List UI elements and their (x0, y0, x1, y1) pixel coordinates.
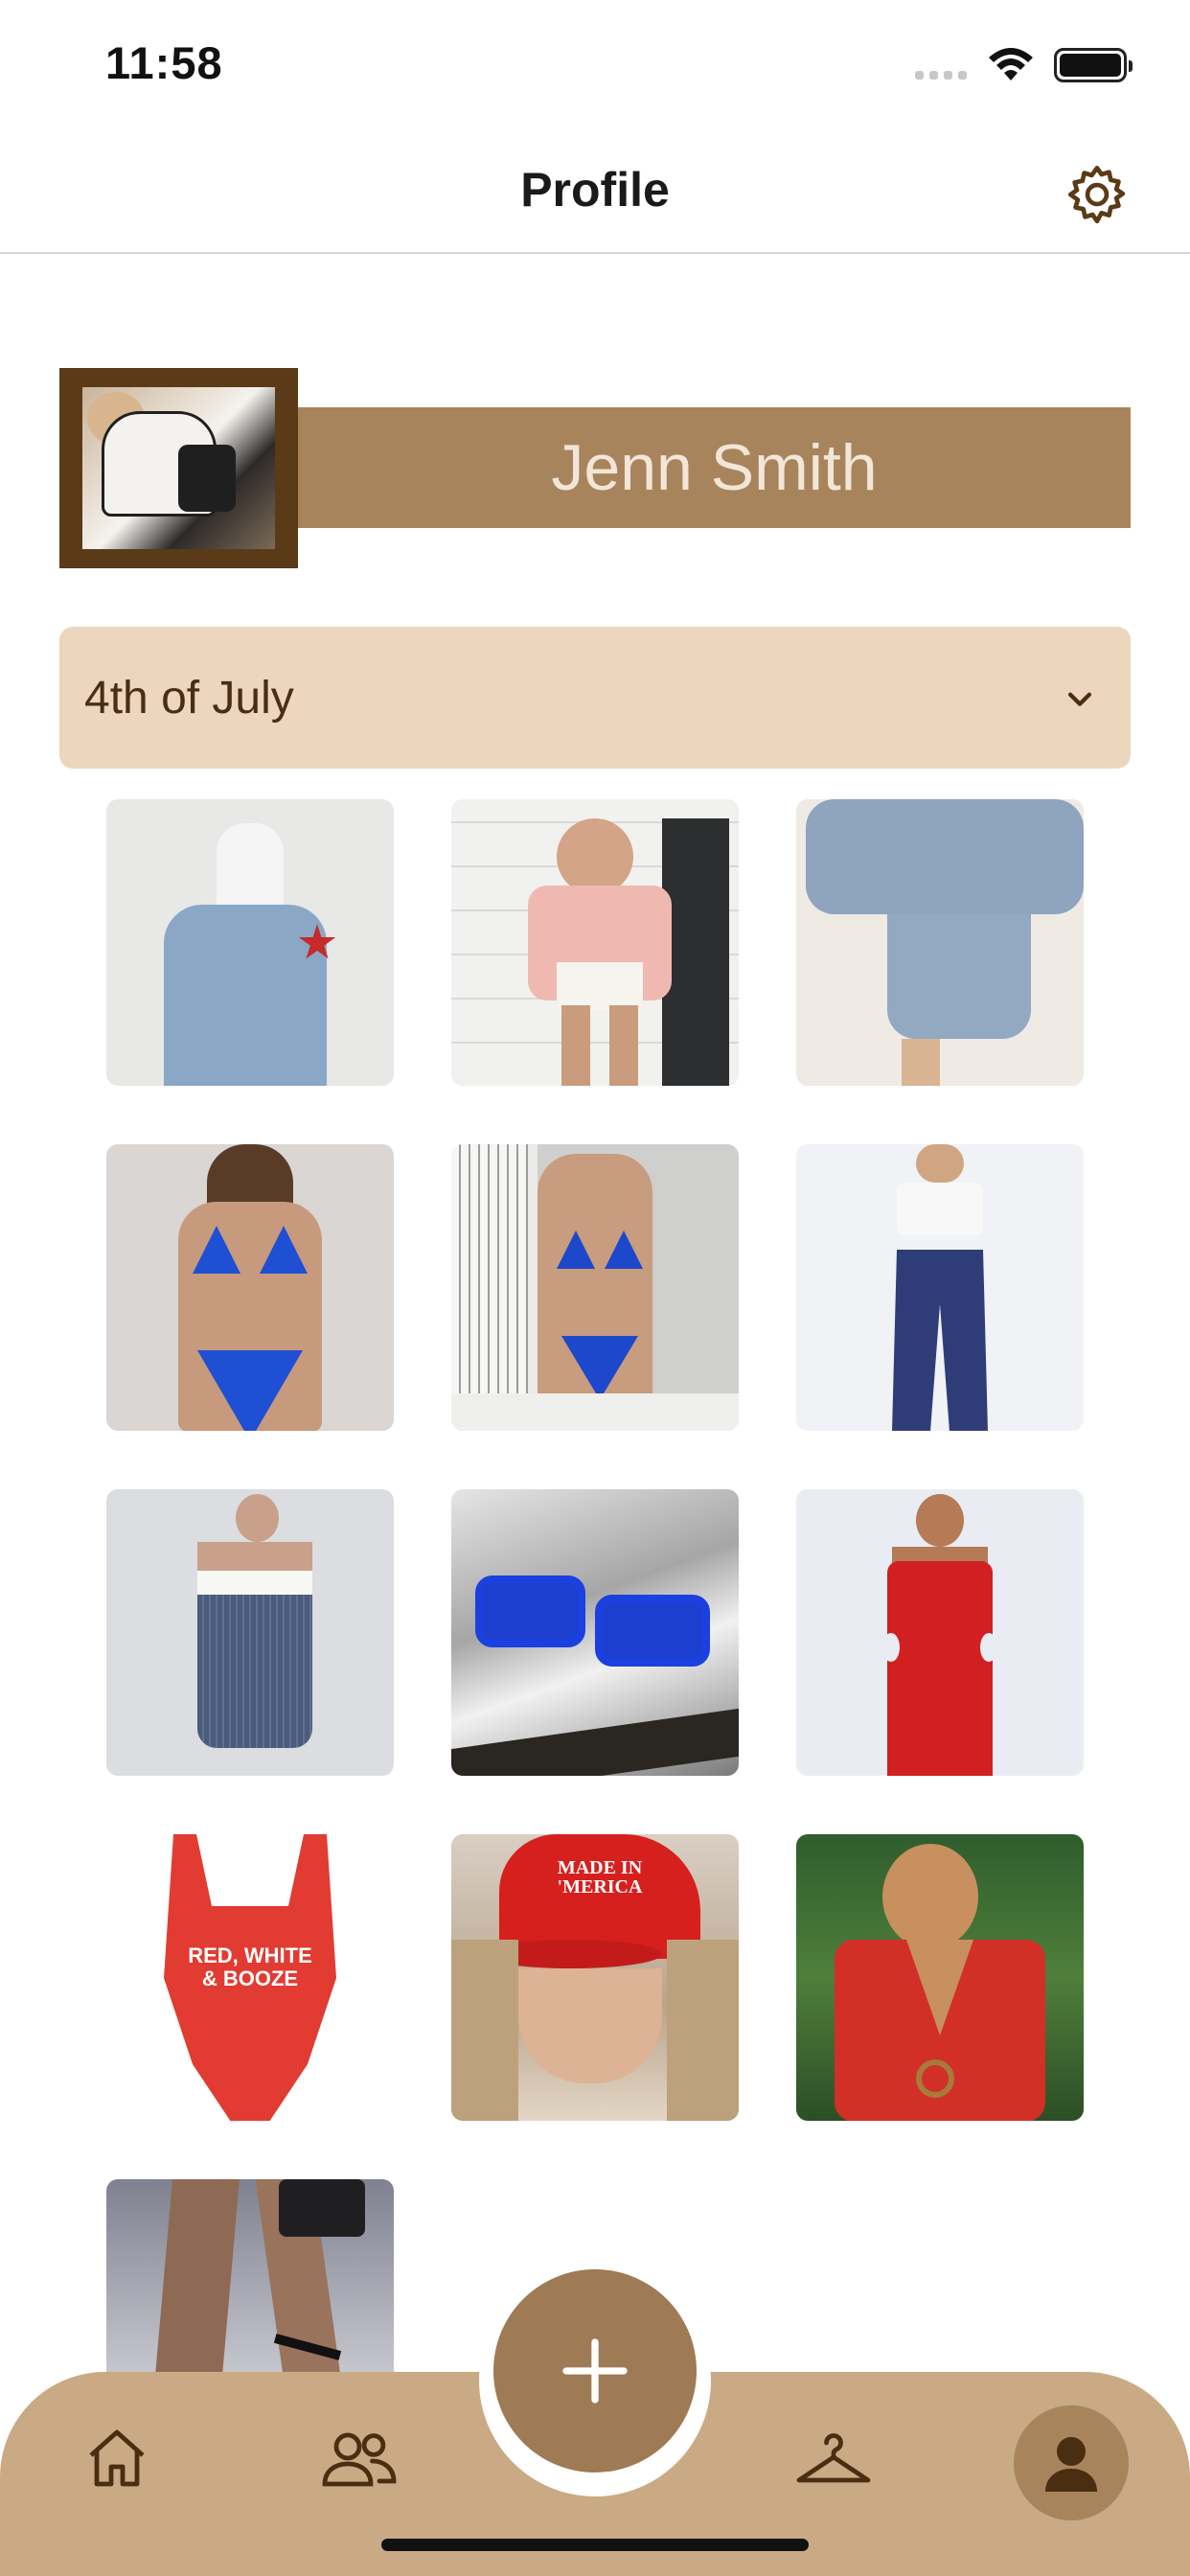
item-blue-pleated-set[interactable] (796, 799, 1084, 1086)
add-button[interactable] (493, 2269, 697, 2472)
item-blue-sunglasses[interactable] (451, 1489, 739, 1776)
item-navy-pants-white-top[interactable] (796, 1144, 1084, 1431)
home-indicator (381, 2539, 809, 2551)
battery-icon (1054, 48, 1133, 82)
name-banner: Jenn Smith (298, 407, 1131, 528)
tab-home[interactable] (79, 2420, 155, 2496)
tab-friends[interactable] (316, 2420, 402, 2496)
home-icon (89, 2429, 145, 2487)
chevron-down-icon (1067, 692, 1092, 706)
item-red-white-booze-swimsuit[interactable]: RED, WHITE & BOOZE (106, 1834, 394, 2121)
status-bar: 11:58 (0, 0, 1190, 129)
item-made-in-merica-cap[interactable]: MADE IN 'MERICA (451, 1834, 739, 2121)
avatar[interactable] (59, 368, 298, 568)
plus-icon (562, 2338, 628, 2404)
avatar-photo (82, 387, 275, 549)
item-black-strappy-heels[interactable] (106, 2179, 394, 2376)
nav-header: Profile (0, 129, 1190, 254)
gear-icon (1067, 165, 1126, 224)
page-title: Profile (520, 163, 670, 217)
item-star-jeans[interactable] (106, 799, 394, 1086)
friends-icon (322, 2432, 397, 2487)
status-time: 11:58 (105, 37, 223, 88)
wifi-icon (989, 48, 1033, 80)
profile-name: Jenn Smith (551, 431, 878, 504)
item-red-knit-set[interactable] (796, 1834, 1084, 2121)
profile-icon (1045, 2437, 1097, 2492)
item-red-cutout-dress[interactable] (796, 1489, 1084, 1776)
hanger-icon (796, 2433, 871, 2483)
collection-selected: 4th of July (84, 672, 294, 724)
tab-closet[interactable] (790, 2422, 877, 2498)
item-blue-bikini-mirror[interactable] (451, 1144, 739, 1431)
tab-profile[interactable] (1014, 2405, 1129, 2520)
item-blue-bikini[interactable] (106, 1144, 394, 1431)
cellular-signal-icon (915, 71, 967, 80)
item-striped-strapless-dress[interactable] (106, 1489, 394, 1776)
collection-dropdown[interactable]: 4th of July (59, 627, 1131, 769)
item-pink-cardigan-look[interactable] (451, 799, 739, 1086)
settings-button[interactable] (1059, 156, 1135, 233)
